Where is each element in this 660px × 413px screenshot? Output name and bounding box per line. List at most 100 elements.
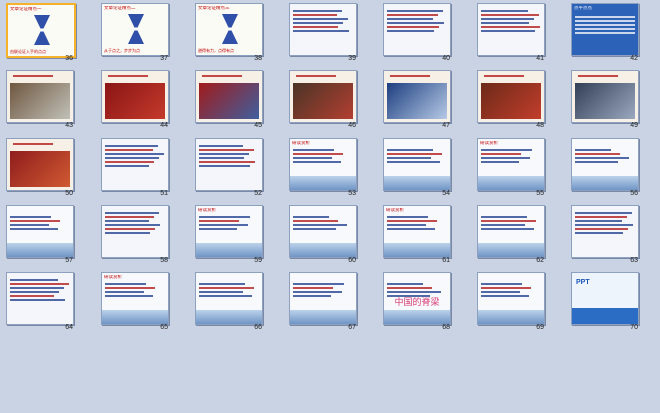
text-line (293, 291, 342, 293)
slide-subtitle: 由联论证入手的点点 (10, 49, 46, 54)
slide-thumbnail[interactable]: 62 (471, 202, 551, 269)
text-line (390, 75, 430, 77)
photo-image (10, 151, 70, 187)
slide-thumbnail[interactable]: 54 (377, 135, 457, 202)
slide-thumbnail[interactable]: 56 (565, 135, 645, 202)
slide-preview (6, 70, 74, 123)
slide-thumbnail[interactable]: 研读赏析 53 (283, 135, 363, 202)
slide-thumbnail[interactable]: 45 (189, 67, 269, 134)
text-line (575, 32, 635, 34)
slide-thumbnail[interactable]: 52 (189, 135, 269, 202)
slide-thumbnail[interactable]: 40 (377, 0, 457, 67)
slide-preview: 研读赏析 (101, 272, 169, 325)
text-line (105, 145, 158, 147)
slide-thumbnail[interactable]: 47 (377, 67, 457, 134)
slide-number: 66 (254, 324, 262, 331)
text-line (575, 220, 622, 222)
slide-number: 54 (442, 190, 450, 197)
text-line (13, 143, 53, 145)
text-line (199, 145, 243, 147)
slide-thumbnail[interactable]: 58 (95, 202, 175, 269)
slide-number: 39 (348, 55, 356, 62)
slide-preview (289, 272, 357, 325)
slide-thumbnail[interactable]: 研读赏析 61 (377, 202, 457, 269)
slide-preview: 文章论证精点三 避得有力，点得有点 (195, 3, 263, 56)
text-line (387, 161, 440, 163)
slide-thumbnail[interactable]: 46 (283, 67, 363, 134)
slide-thumbnail[interactable]: 66 (189, 269, 269, 336)
slide-sorter-grid: 文章论证精点一 由联论证入手的点点 36 文章论证精点二 从于点之，步步为点 37 文章论证… (0, 0, 660, 413)
landscape-image (102, 310, 168, 324)
slide-number: 64 (65, 324, 73, 331)
text-line (105, 220, 149, 222)
slide-thumbnail[interactable]: 67 (283, 269, 363, 336)
slide-number: 70 (630, 324, 638, 331)
slide-number: 40 (442, 55, 450, 62)
slide-number: 69 (536, 324, 544, 331)
text-line (293, 228, 336, 230)
text-line (387, 14, 438, 16)
slide-thumbnail[interactable]: 39 (283, 0, 363, 67)
slide-thumbnail[interactable]: 文章论证精点二 从于点之，步步为点 37 (95, 0, 175, 67)
slide-thumbnail[interactable]: 43 (0, 67, 80, 134)
text-line (105, 224, 160, 226)
text-line (10, 287, 64, 289)
text-line (293, 26, 338, 28)
slide-thumbnail[interactable]: 50 (0, 135, 80, 202)
slide-thumbnail[interactable]: 57 (0, 202, 80, 269)
slide-thumbnail[interactable]: 研读赏析 59 (189, 202, 269, 269)
slide-thumbnail[interactable]: 中国的脊梁 68 (377, 269, 457, 336)
slide-preview (101, 70, 169, 123)
slide-thumbnail[interactable]: PPT 70 (565, 269, 645, 336)
slide-number: 42 (630, 55, 638, 62)
text-line (108, 75, 148, 77)
text-line (10, 279, 58, 281)
text-line (105, 295, 153, 297)
slide-subtitle: 避得有力，点得有点 (198, 48, 234, 53)
text-line (387, 157, 431, 159)
text-line (481, 10, 528, 12)
slide-thumbnail[interactable]: 63 (565, 202, 645, 269)
slide-title: 研读赏析 (386, 208, 404, 213)
slide-number: 68 (442, 324, 450, 331)
text-line (293, 14, 337, 16)
text-line (387, 153, 442, 155)
slide-thumbnail[interactable]: 44 (95, 67, 175, 134)
slide-number: 38 (254, 55, 262, 62)
text-line (199, 165, 250, 167)
text-line (293, 283, 344, 285)
slide-thumbnail[interactable]: 研读赏析 65 (95, 269, 175, 336)
slide-subtitle: 中国的脊梁 (394, 298, 440, 308)
slide-number: 37 (160, 55, 168, 62)
slide-thumbnail[interactable]: 文章论证精点一 由联论证入手的点点 36 (0, 0, 80, 67)
landscape-image (290, 243, 356, 257)
text-line (293, 10, 342, 12)
text-line (199, 149, 254, 151)
slide-thumbnail[interactable]: 研读赏析 55 (471, 135, 551, 202)
slide-preview (571, 138, 639, 191)
slide-preview (6, 272, 74, 325)
photo-image (387, 83, 447, 119)
slide-preview (195, 272, 263, 325)
text-line (481, 216, 527, 218)
text-line (10, 216, 51, 218)
slide-thumbnail[interactable]: 64 (0, 269, 80, 336)
slide-thumbnail[interactable]: 文章论证精点三 避得有力，点得有点 38 (189, 0, 269, 67)
text-line (105, 291, 144, 293)
text-line (387, 291, 441, 293)
slide-thumbnail[interactable]: 49 (565, 67, 645, 134)
text-line (387, 149, 433, 151)
slide-thumbnail[interactable]: 点平点点 42 (565, 0, 645, 67)
slide-thumbnail[interactable]: 51 (95, 135, 175, 202)
slide-number: 46 (348, 122, 356, 129)
slide-preview (6, 138, 74, 191)
slide-subtitle: 从于点之，步步为点 (104, 48, 140, 53)
slide-title: 研读赏析 (198, 208, 216, 213)
text-line (387, 228, 435, 230)
diagram-shape (34, 15, 50, 45)
slide-thumbnail[interactable]: 60 (283, 202, 363, 269)
slide-thumbnail[interactable]: 69 (471, 269, 551, 336)
landscape-image (478, 310, 544, 324)
slide-thumbnail[interactable]: 41 (471, 0, 551, 67)
slide-thumbnail[interactable]: 48 (471, 67, 551, 134)
